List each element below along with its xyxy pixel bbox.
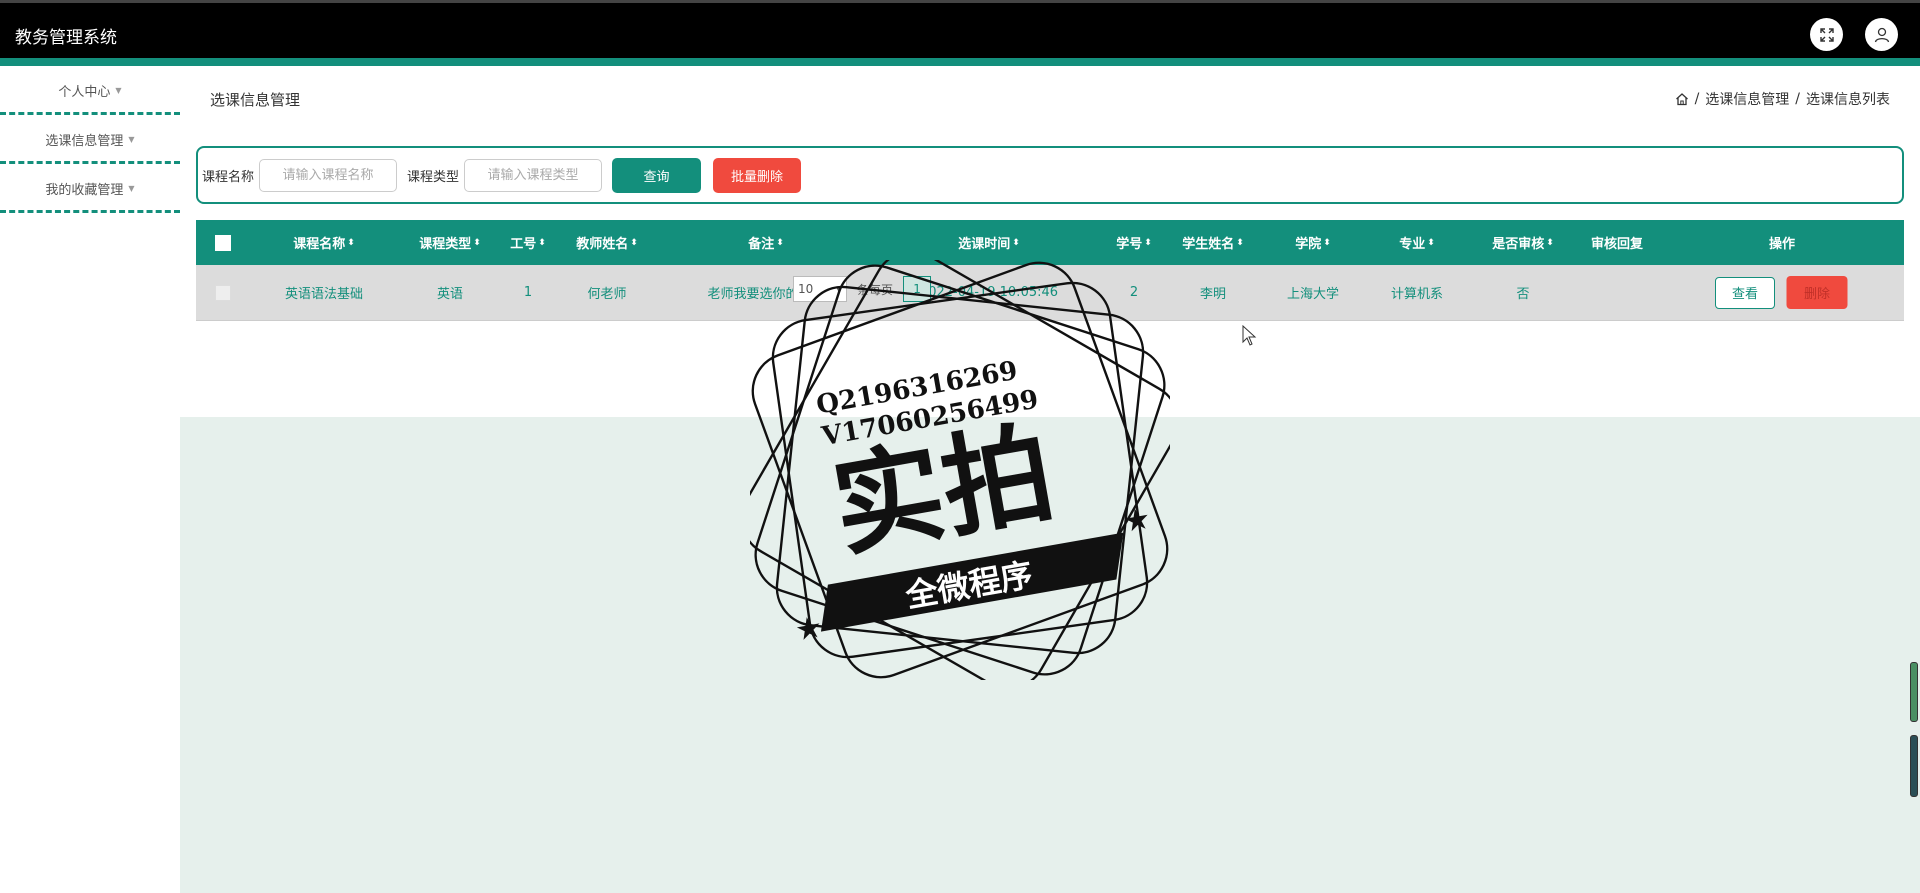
caret-down-icon: ▼ <box>115 85 122 95</box>
cell-course-name: 英语语法基础 <box>284 287 364 302</box>
batch-delete-button[interactable]: 批量删除 <box>713 157 802 193</box>
row-checkbox[interactable] <box>215 284 231 301</box>
course-type-input[interactable] <box>464 158 603 192</box>
sort-icon[interactable]: ⬍ <box>1012 238 1020 248</box>
cell-student-name: 李明 <box>1199 287 1227 302</box>
delete-button[interactable]: 删除 <box>1786 276 1848 309</box>
user-icon <box>1874 27 1889 42</box>
caret-down-icon: ▼ <box>128 183 135 193</box>
home-icon[interactable] <box>1675 92 1689 106</box>
page-size-value: 10 <box>798 282 814 296</box>
course-name-label: 课程名称 <box>202 169 255 185</box>
cell-teacher-name: 何老师 <box>587 287 627 302</box>
column-header-college[interactable]: 学院 ⬍ <box>1295 220 1331 265</box>
table-row: 英语语法基础 英语 1 何老师 老师我要选你的课程 2022-04-19 10:… <box>196 265 1904 321</box>
sort-icon[interactable]: ⬍ <box>473 238 481 248</box>
sort-icon[interactable]: ⬍ <box>1323 238 1331 248</box>
cell-college: 上海大学 <box>1286 287 1340 302</box>
column-header-operations: 操作 <box>1768 237 1796 252</box>
sort-icon[interactable]: ⬍ <box>1236 238 1244 248</box>
cell-student-id: 2 <box>1129 285 1139 300</box>
cell-course-type: 英语 <box>436 287 464 302</box>
page-title: 选课信息管理 <box>210 91 301 109</box>
column-header-teacher-name[interactable]: 教师姓名 ⬍ <box>576 220 638 265</box>
view-button[interactable]: 查看 <box>1715 276 1775 309</box>
sort-icon[interactable]: ⬍ <box>1144 238 1152 248</box>
sort-icon[interactable]: ⬍ <box>538 238 546 248</box>
column-header-reviewed[interactable]: 是否审核 ⬍ <box>1492 220 1554 265</box>
sort-icon[interactable]: ⬍ <box>1546 238 1554 248</box>
breadcrumb: / 选课信息管理 / 选课信息列表 <box>1675 89 1890 109</box>
fullscreen-button[interactable] <box>1810 18 1843 51</box>
breadcrumb-item-course-selection[interactable]: 选课信息管理 <box>1705 89 1789 109</box>
main-content: 选课信息管理 / 选课信息管理 / 选课信息列表 课程名称 课程类型 查询 批量… <box>180 66 1920 893</box>
sidebar-item-label: 我的收藏管理 <box>45 182 124 198</box>
select-all-checkbox[interactable] <box>215 234 231 251</box>
course-type-label: 课程类型 <box>407 169 460 185</box>
delete-button-cell: 删除 <box>1786 265 1848 320</box>
column-header-review-reply: 审核回复 <box>1590 237 1644 252</box>
search-form: 课程名称 课程类型 查询 批量删除 <box>196 146 1904 204</box>
page-number-button[interactable]: 1 <box>903 276 932 302</box>
chevron-down-icon: ▾ <box>835 282 842 296</box>
sort-icon[interactable]: ⬍ <box>630 238 638 248</box>
sidebar-item-label: 选课信息管理 <box>45 133 124 149</box>
breadcrumb-item-list: 选课信息列表 <box>1806 92 1890 108</box>
app-title: 教务管理系统 <box>15 28 117 48</box>
cell-major: 计算机系 <box>1390 287 1444 302</box>
cell-work-id: 1 <box>523 285 533 300</box>
caret-down-icon: ▼ <box>128 134 135 144</box>
header-accent-bar <box>0 58 1920 66</box>
sort-icon[interactable]: ⬍ <box>1427 238 1435 248</box>
sidebar-item-label: 个人中心 <box>58 84 111 100</box>
column-header-remark[interactable]: 备注 ⬍ <box>748 220 784 265</box>
row-checkbox-cell <box>215 265 231 320</box>
sort-icon[interactable]: ⬍ <box>347 238 355 248</box>
column-header-course-type[interactable]: 课程类型 ⬍ <box>419 220 481 265</box>
column-header-student-name[interactable]: 学生姓名 ⬍ <box>1182 220 1244 265</box>
sidebar: 个人中心 ▼ 选课信息管理 ▼ 我的收藏管理 ▼ <box>0 66 180 893</box>
column-header-work-id[interactable]: 工号 ⬍ <box>510 220 546 265</box>
column-header-student-id[interactable]: 学号 ⬍ <box>1116 220 1152 265</box>
scrollbar-indicator[interactable] <box>1910 662 1918 722</box>
select-all-checkbox-cell <box>215 220 231 265</box>
per-page-label: 条每页 <box>857 282 894 297</box>
view-button-cell: 查看 <box>1715 265 1775 320</box>
table-header: 课程名称 ⬍ 课程类型 ⬍ 工号 ⬍ 教师姓名 ⬍ 备注 ⬍ 选课时间 ⬍ 学号 ⬍ 学生姓名… <box>196 220 1904 265</box>
user-menu-button[interactable] <box>1865 18 1898 51</box>
pagination: 10 ▾ 条每页 1 <box>793 276 932 302</box>
fullscreen-icon <box>1819 27 1834 42</box>
column-header-major[interactable]: 专业 ⬍ <box>1399 220 1435 265</box>
query-button[interactable]: 查询 <box>612 157 702 193</box>
top-header: 教务管理系统 <box>0 0 1920 58</box>
breadcrumb-separator: / <box>1694 91 1700 107</box>
sidebar-item-favorites[interactable]: 我的收藏管理 ▼ <box>0 166 180 213</box>
sort-icon[interactable]: ⬍ <box>776 238 784 248</box>
column-header-select-time[interactable]: 选课时间 ⬍ <box>958 220 1020 265</box>
course-selection-table: 课程名称 ⬍ 课程类型 ⬍ 工号 ⬍ 教师姓名 ⬍ 备注 ⬍ 选课时间 ⬍ 学号 ⬍ 学生姓名… <box>196 220 1904 321</box>
breadcrumb-separator: / <box>1795 91 1800 107</box>
cell-reviewed: 否 <box>1516 287 1530 302</box>
scrollbar-indicator[interactable] <box>1910 735 1918 797</box>
page-size-select[interactable]: 10 ▾ <box>793 276 847 302</box>
mouse-cursor-icon <box>1242 325 1257 346</box>
sidebar-item-personal-center[interactable]: 个人中心 ▼ <box>0 68 180 115</box>
sidebar-item-course-selection[interactable]: 选课信息管理 ▼ <box>0 117 180 164</box>
cell-select-time: 2022-04-19 10:05:46 <box>919 285 1059 300</box>
course-name-input[interactable] <box>259 158 398 192</box>
column-header-course-name[interactable]: 课程名称 ⬍ <box>293 220 355 265</box>
